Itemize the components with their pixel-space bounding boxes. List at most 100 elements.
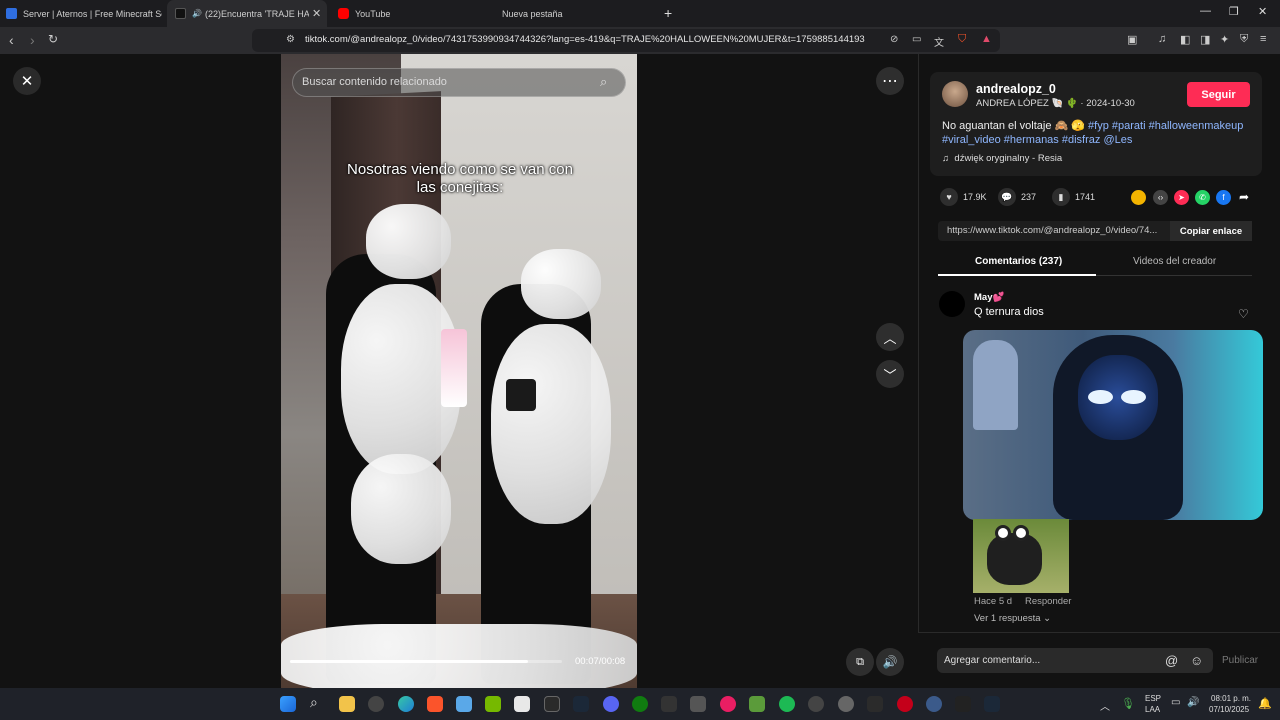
share-facebook-icon[interactable]: f (1216, 190, 1231, 205)
github-icon[interactable] (368, 696, 384, 712)
video-link[interactable]: https://www.tiktok.com/@andrealopz_0/vid… (947, 225, 1157, 236)
cast-icon[interactable]: ▭ (912, 34, 921, 45)
tab-youtube[interactable]: YouTube (338, 0, 488, 27)
author-avatar[interactable] (942, 81, 968, 107)
epic-games-icon[interactable] (544, 696, 560, 712)
next-video-icon[interactable]: ﹀ (876, 360, 904, 388)
reply-button[interactable]: Responder (1025, 596, 1071, 607)
related-search-placeholder[interactable]: Buscar contenido relacionado (302, 76, 447, 88)
share-more-icon[interactable]: ➦ (1239, 190, 1249, 204)
terminal-icon[interactable] (867, 696, 883, 712)
like-button[interactable]: ♥ 17.9K (940, 188, 987, 206)
no-notifications-icon[interactable]: ⊘ (890, 34, 898, 45)
hashtag-link[interactable]: #parati (1112, 120, 1146, 132)
translate-icon[interactable]: 文 (934, 34, 944, 49)
app-icon[interactable] (690, 696, 706, 712)
tab-comments[interactable]: Comentarios (237) (975, 256, 1062, 267)
taskbar-search-icon[interactable]: ⌕ (310, 694, 318, 711)
app-icon[interactable] (661, 696, 677, 712)
menu-icon[interactable]: ≡ (1260, 33, 1266, 45)
app-icon[interactable] (808, 696, 824, 712)
more-options-icon[interactable]: ⋯ (876, 67, 904, 95)
notifications-icon[interactable]: 🔔 (1258, 697, 1272, 710)
new-tab-plus-icon[interactable]: + (664, 5, 672, 21)
clock-time[interactable]: 08:01 p. m. (1211, 694, 1251, 703)
speaker-tray-icon[interactable]: 🔊 (1187, 697, 1199, 708)
hashtag-link[interactable]: #hermanas (1004, 134, 1059, 146)
opera-icon[interactable] (897, 696, 913, 712)
search-icon[interactable]: ⌕ (600, 74, 607, 90)
leo-ai-icon[interactable]: ✦ (1220, 33, 1229, 46)
tray-chevron-icon[interactable]: ︿ (1100, 698, 1110, 713)
tab-new[interactable]: Nueva pestaña (502, 0, 652, 27)
video-progress-bar[interactable] (290, 660, 562, 663)
floating-player-icon[interactable]: ⧉ (846, 648, 874, 676)
volume-icon[interactable]: 🔊 (876, 648, 904, 676)
emoji-icon[interactable]: ☺ (1190, 653, 1203, 668)
window-close-icon[interactable]: ✕ (1258, 5, 1267, 18)
close-tab-icon[interactable]: ✕ (312, 7, 321, 20)
windows-start-icon[interactable] (280, 696, 296, 712)
hashtag-link[interactable]: #fyp (1088, 120, 1109, 132)
tab-creator-videos[interactable]: Videos del creador (1133, 256, 1216, 267)
tab-aternos[interactable]: Server | Aternos | Free Minecraft Serv (6, 0, 162, 27)
discord-icon[interactable] (603, 696, 619, 712)
follow-button[interactable]: Seguir (1187, 82, 1250, 107)
wallet-icon[interactable]: ◨ (1200, 33, 1210, 46)
nvidia-icon[interactable] (485, 696, 501, 712)
steam-icon[interactable] (984, 696, 1000, 712)
close-video-icon[interactable]: ✕ (13, 67, 41, 95)
media-icon[interactable]: ♫ (1158, 33, 1166, 45)
language-bottom[interactable]: LAA (1145, 705, 1160, 714)
author-username[interactable]: andrealopz_0 (976, 82, 1056, 96)
video-player[interactable] (281, 54, 637, 688)
commenter-name[interactable]: May💕 (974, 292, 1004, 303)
post-comment-button[interactable]: Publicar (1222, 655, 1258, 666)
mention-icon[interactable]: @ (1165, 653, 1178, 668)
brave-rewards-icon[interactable]: ▲ (981, 33, 992, 45)
commenter-avatar[interactable] (939, 291, 965, 317)
settings-app-icon[interactable] (838, 696, 854, 712)
steam-icon[interactable] (573, 696, 589, 712)
file-explorer-icon[interactable] (339, 696, 355, 712)
sidebar-icon[interactable]: ◧ (1180, 33, 1190, 46)
comment-like-icon[interactable]: ♡ (1238, 307, 1249, 321)
app-icon[interactable] (955, 696, 971, 712)
share-embed-icon[interactable] (1131, 190, 1146, 205)
microphone-icon[interactable]: 🎙 (1121, 697, 1135, 710)
4k-downloader-icon[interactable] (926, 696, 942, 712)
edge-icon[interactable] (398, 696, 414, 712)
tab-tiktok[interactable]: 🔊 (22)Encuentra 'TRAJE HALLOW (167, 0, 327, 27)
comment-button[interactable]: 💬 237 (998, 188, 1036, 206)
reload-icon[interactable]: ↻ (48, 32, 58, 46)
share-code-icon[interactable]: ‹› (1153, 190, 1168, 205)
forward-icon[interactable]: › (30, 32, 35, 48)
site-info-icon[interactable]: ⚙ (286, 34, 295, 45)
hashtag-link[interactable]: #disfraz (1062, 134, 1101, 146)
media-player-icon[interactable] (720, 696, 736, 712)
music-info[interactable]: ♫ dźwięk oryginalny - Resia (942, 153, 1062, 164)
comment-placeholder[interactable]: Agregar comentario... (944, 655, 1040, 666)
network-icon[interactable]: ▭ (1171, 697, 1180, 708)
xbox-icon[interactable] (632, 696, 648, 712)
minimize-icon[interactable]: — (1200, 5, 1211, 17)
brave-shield-icon[interactable]: ⛉ (958, 33, 966, 46)
hashtag-link[interactable]: #viral_video (942, 134, 1001, 146)
minecraft-icon[interactable] (749, 696, 765, 712)
url-text[interactable]: tiktok.com/@andrealopz_0/video/743175399… (305, 34, 865, 45)
vpn-icon[interactable]: ⛨ (1240, 33, 1248, 46)
brave-icon[interactable] (427, 696, 443, 712)
spotify-icon[interactable] (779, 696, 795, 712)
hashtag-link[interactable]: #halloweenmakeup (1149, 120, 1244, 132)
previous-video-icon[interactable]: ︿ (876, 323, 904, 351)
photos-icon[interactable] (456, 696, 472, 712)
back-icon[interactable]: ‹ (9, 32, 14, 48)
screenshot-icon[interactable]: ▣ (1127, 33, 1137, 46)
mention-link[interactable]: @Les (1103, 134, 1132, 146)
restore-icon[interactable]: ❐ (1229, 5, 1239, 18)
clock-date[interactable]: 07/10/2025 (1209, 705, 1249, 714)
save-button[interactable]: ▮ 1741 (1052, 188, 1095, 206)
view-replies-button[interactable]: Ver 1 respuesta ⌄ (974, 613, 1051, 624)
copy-link-button[interactable]: Copiar enlace (1170, 221, 1252, 241)
share-send-icon[interactable]: ➤ (1174, 190, 1189, 205)
